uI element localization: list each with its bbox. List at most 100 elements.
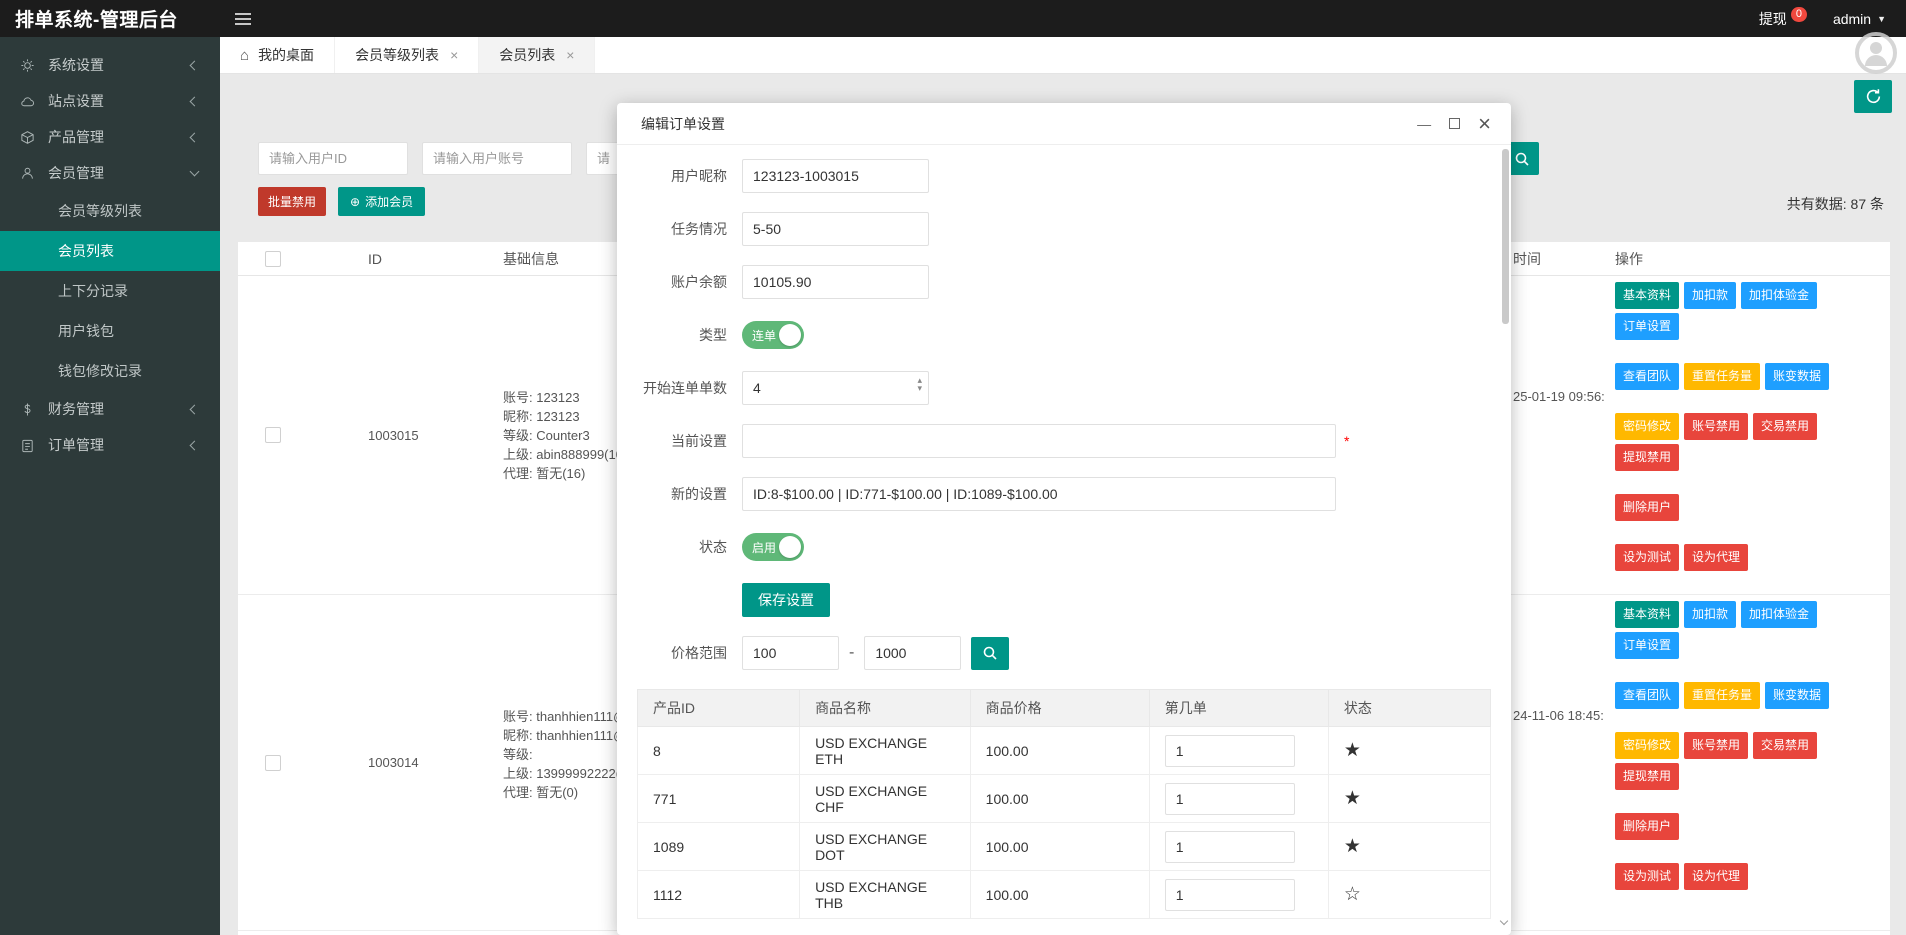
price-search-button[interactable] xyxy=(971,636,1010,670)
action-button[interactable]: 删除用户 xyxy=(1615,494,1680,521)
modal-body: 用户昵称 任务情况 账户余额 类型 连单 开始连单单数 ▴ ▾ xyxy=(617,145,1511,670)
batch-disable-button[interactable]: 批量禁用 xyxy=(258,187,327,216)
price-min-input[interactable] xyxy=(742,636,839,670)
tab-0[interactable]: ⌂ 我的桌面 xyxy=(220,37,336,73)
close-icon[interactable]: × xyxy=(566,47,574,63)
type-toggle-label: 连单 xyxy=(752,328,777,343)
action-button[interactable]: 重置任务量 xyxy=(1684,682,1761,709)
select-all-checkbox[interactable] xyxy=(265,250,281,267)
task-input[interactable] xyxy=(742,212,929,246)
tab-2[interactable]: 会员列表 × xyxy=(479,37,596,73)
cell-actions: 基本资料加扣款加扣体验金订单设置查看团队重置任务量账变数据密码修改账号禁用交易禁… xyxy=(1600,276,1890,594)
order-number-input[interactable] xyxy=(1164,830,1295,863)
action-button[interactable]: 查看团队 xyxy=(1615,682,1680,709)
price-max-input[interactable] xyxy=(864,636,962,670)
star-filled-icon[interactable]: ★ xyxy=(1344,788,1361,809)
row-checkbox[interactable] xyxy=(265,754,281,771)
action-button[interactable]: 账号禁用 xyxy=(1684,732,1749,759)
action-button[interactable]: 基本资料 xyxy=(1615,601,1680,628)
field-label-balance: 账户余额 xyxy=(671,274,727,290)
star-outline-icon[interactable]: ☆ xyxy=(1344,884,1361,905)
order-number-input[interactable] xyxy=(1164,878,1295,911)
action-button[interactable]: 加扣款 xyxy=(1684,282,1737,309)
start-count-input[interactable] xyxy=(742,371,929,405)
action-button[interactable]: 设为测试 xyxy=(1615,863,1680,890)
action-button[interactable]: 密码修改 xyxy=(1615,732,1680,759)
maximize-icon[interactable] xyxy=(1449,118,1461,129)
cell-member-id xyxy=(308,931,458,935)
sidebar-item-label: 财务管理 xyxy=(48,401,104,417)
modal-header[interactable]: 编辑订单设置 — × xyxy=(617,103,1511,145)
action-button[interactable]: 加扣体验金 xyxy=(1741,282,1818,309)
sidebar-item-0[interactable]: 系统设置 xyxy=(0,47,220,83)
star-filled-icon[interactable]: ★ xyxy=(1344,740,1361,761)
hamburger-menu-icon[interactable] xyxy=(220,0,266,37)
action-button[interactable]: 查看团队 xyxy=(1615,363,1680,390)
modal-scrollbar[interactable] xyxy=(1502,149,1509,324)
sidebar-subitem[interactable]: 钱包修改记录 xyxy=(0,351,220,391)
action-button[interactable]: 重置任务量 xyxy=(1684,363,1761,390)
sidebar-item-5[interactable]: 订单管理 xyxy=(0,427,220,463)
action-button[interactable]: 提现禁用 xyxy=(1615,444,1680,471)
action-button[interactable]: 账变数据 xyxy=(1765,682,1830,709)
sidebar-item-4[interactable]: 财务管理 xyxy=(0,391,220,427)
search-user-account-input[interactable] xyxy=(422,142,572,175)
user-menu[interactable]: admin ▼ xyxy=(1833,11,1886,27)
sidebar-item-3[interactable]: 会员管理 xyxy=(0,155,220,191)
topbar-right: 提现 0 admin ▼ xyxy=(1759,6,1906,29)
sidebar-subitem[interactable]: 上下分记录 xyxy=(0,271,220,311)
tab-1[interactable]: 会员等级列表 × xyxy=(335,37,480,73)
action-button[interactable]: 设为代理 xyxy=(1684,544,1749,571)
sidebar-subitem[interactable]: 用户钱包 xyxy=(0,311,220,351)
status-toggle[interactable]: 启用 xyxy=(742,533,804,561)
current-setting-input[interactable] xyxy=(742,424,1336,458)
action-button[interactable]: 密码修改 xyxy=(1615,413,1680,440)
sidebar-subitem[interactable]: 会员列表 xyxy=(0,231,220,271)
sidebar-item-label: 会员管理 xyxy=(48,165,104,181)
star-filled-icon[interactable]: ★ xyxy=(1344,836,1361,857)
close-icon[interactable]: × xyxy=(1478,112,1491,135)
action-button[interactable]: 删除用户 xyxy=(1615,813,1680,840)
action-button[interactable]: 基本资料 xyxy=(1615,282,1680,309)
save-settings-button[interactable]: 保存设置 xyxy=(742,583,830,617)
sidebar-subitem[interactable]: 会员等级列表 xyxy=(0,191,220,231)
row-checkbox[interactable] xyxy=(265,427,281,443)
action-button[interactable]: 交易禁用 xyxy=(1753,413,1818,440)
action-button[interactable]: 提现禁用 xyxy=(1615,763,1680,790)
action-button[interactable]: 订单设置 xyxy=(1615,632,1680,659)
action-button[interactable]: 加扣体验金 xyxy=(1741,601,1818,628)
cell-product-price: 100.00 xyxy=(969,774,1150,823)
action-button[interactable]: 账变数据 xyxy=(1765,363,1830,390)
minimize-icon[interactable]: — xyxy=(1417,117,1431,131)
add-member-button[interactable]: ⊕ 添加会员 xyxy=(338,187,426,216)
order-number-input[interactable] xyxy=(1164,734,1295,767)
type-toggle[interactable]: 连单 xyxy=(742,321,804,349)
scroll-down-icon[interactable] xyxy=(1499,911,1509,929)
stepper-down-icon[interactable]: ▾ xyxy=(917,384,922,393)
action-button[interactable]: 订单设置 xyxy=(1615,313,1680,340)
order-number-input[interactable] xyxy=(1164,782,1295,815)
field-label-type: 类型 xyxy=(699,327,727,343)
cell-product-price: 100.00 xyxy=(969,822,1150,871)
cell-member-id: 1003014 xyxy=(368,755,419,770)
sidebar-item-2[interactable]: 产品管理 xyxy=(0,119,220,155)
cell-product-id: 1112 xyxy=(636,870,801,919)
avatar-placeholder[interactable] xyxy=(1854,31,1898,80)
search-user-id-input[interactable] xyxy=(258,142,408,175)
refresh-button[interactable] xyxy=(1854,80,1892,113)
new-setting-input[interactable] xyxy=(742,477,1336,511)
action-button[interactable]: 设为代理 xyxy=(1684,863,1749,890)
action-button[interactable]: 设为测试 xyxy=(1615,544,1680,571)
required-asterisk: * xyxy=(1344,433,1350,449)
nickname-input[interactable] xyxy=(742,159,929,193)
withdraw-link[interactable]: 提现 0 xyxy=(1759,6,1807,29)
sidebar-item-1[interactable]: 站点设置 xyxy=(0,83,220,119)
close-icon[interactable]: × xyxy=(450,47,458,63)
balance-input[interactable] xyxy=(742,265,929,299)
field-label-task: 任务情况 xyxy=(671,221,727,237)
price-range-separator: - xyxy=(849,644,855,661)
action-button[interactable]: 加扣款 xyxy=(1684,601,1737,628)
action-button[interactable]: 账号禁用 xyxy=(1684,413,1749,440)
product-row: 1089USD EXCHANGE DOT100.00 ★ xyxy=(636,822,1492,871)
action-button[interactable]: 交易禁用 xyxy=(1753,732,1818,759)
